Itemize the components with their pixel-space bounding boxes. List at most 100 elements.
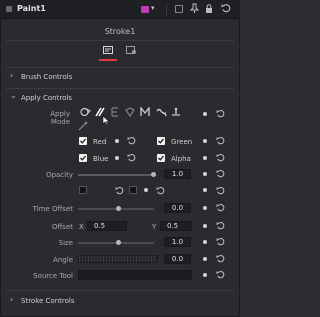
wire-mode-icon[interactable] [78, 121, 88, 133]
divider-line [166, 4, 167, 15]
brush-controls-header[interactable]: › Brush Controls [0, 70, 240, 83]
chevron-down-icon: ⌄ [10, 91, 17, 100]
time-offset-field[interactable]: 0.0 [164, 203, 191, 213]
tab-modifiers[interactable] [124, 44, 138, 56]
size-field[interactable]: 1.0 [164, 237, 191, 247]
reset-icon[interactable] [221, 3, 231, 15]
divider [6, 40, 234, 41]
keyframe-dot[interactable] [203, 112, 207, 116]
reset-icon[interactable] [115, 186, 124, 197]
color-label-dropdown[interactable]: ▾ [141, 4, 159, 14]
green-label: Green [171, 138, 193, 146]
tool-color-swatch [6, 6, 12, 12]
offset-x-value: 0.5 [94, 222, 106, 230]
divider [6, 290, 234, 291]
red-label: Red [93, 138, 107, 146]
red-checkbox[interactable] [79, 137, 87, 145]
keyframe-dot[interactable] [203, 206, 207, 210]
merge-mode-icon[interactable] [140, 106, 151, 119]
angle-field[interactable]: 0.0 [164, 254, 191, 264]
reset-icon[interactable] [216, 270, 225, 281]
reset-icon[interactable] [216, 136, 225, 147]
reset-icon[interactable] [216, 109, 225, 120]
reset-icon[interactable] [127, 153, 136, 164]
offset-y-label: Y [152, 223, 157, 231]
reset-icon[interactable] [216, 153, 225, 164]
keyframe-dot[interactable] [203, 224, 207, 228]
stroke-controls-header[interactable]: › Stroke Controls [0, 294, 240, 307]
offset-y-field[interactable]: 0.5 [160, 221, 192, 231]
chevron-right-icon: › [10, 71, 14, 80]
reset-icon[interactable] [216, 221, 225, 232]
emboss-mode-icon[interactable] [110, 107, 120, 119]
keyframe-dot[interactable] [203, 139, 207, 143]
stroke-controls-label: Stroke Controls [21, 297, 75, 305]
opacity-slider-knob[interactable] [151, 172, 156, 177]
alpha-label: Alpha [171, 155, 191, 163]
angle-thumbwheel[interactable] [78, 255, 158, 263]
brush-controls-label: Brush Controls [21, 73, 73, 81]
offset-y-value: 0.5 [167, 222, 179, 230]
keyframe-dot[interactable] [203, 240, 207, 244]
version-icon[interactable] [175, 5, 183, 13]
reset-icon[interactable] [216, 237, 225, 248]
smear-mode-icon[interactable] [156, 107, 167, 119]
keyframe-dot[interactable] [203, 257, 207, 261]
keyframe-dot[interactable] [203, 156, 207, 160]
alpha-checkbox[interactable] [157, 154, 165, 162]
time-offset-slider-knob[interactable] [116, 206, 121, 211]
offset-label: Offset [51, 223, 73, 231]
color-mode-icon[interactable] [80, 107, 91, 119]
divider [6, 67, 234, 68]
reset-icon[interactable] [216, 186, 225, 197]
blue-label: Blue [93, 155, 109, 163]
tool-title: Paint1 [17, 4, 46, 13]
reset-icon[interactable] [216, 254, 225, 265]
apply-controls-label: Apply Controls [21, 94, 72, 102]
stroke-name-label: Stroke1 [104, 27, 136, 36]
apply-controls-header[interactable]: ⌄ Apply Controls [0, 91, 240, 104]
angle-value: 0.0 [171, 255, 184, 263]
reset-icon[interactable] [127, 136, 136, 147]
apply-mode-label: Apply Mode [50, 110, 70, 126]
mouse-cursor [102, 115, 110, 128]
keyframe-dot[interactable] [203, 273, 207, 277]
opacity-label: Opacity [46, 171, 73, 179]
tab-controls[interactable] [101, 44, 115, 56]
keyframe-dot[interactable] [115, 139, 119, 143]
opacity-value: 1.0 [171, 170, 184, 178]
divider [6, 88, 234, 89]
source-tool-field[interactable] [78, 270, 192, 280]
active-tab-indicator [99, 59, 117, 61]
stamp-mode-icon[interactable] [171, 107, 181, 119]
apply-mode-buttons [78, 106, 190, 136]
reset-icon[interactable] [216, 169, 225, 180]
reset-icon[interactable] [156, 186, 165, 197]
source-tool-label: Source Tool [33, 272, 73, 280]
size-slider-knob[interactable] [116, 240, 121, 245]
color-swatch-right[interactable] [129, 186, 137, 194]
pin-icon[interactable] [189, 3, 200, 16]
offset-x-field[interactable]: 0.5 [87, 221, 127, 231]
keyframe-dot[interactable] [115, 156, 119, 160]
opacity-slider-track[interactable] [78, 174, 154, 176]
chevron-right-icon: › [10, 295, 14, 304]
color-label-swatch [141, 6, 149, 13]
erase-mode-icon[interactable] [125, 107, 135, 119]
angle-label: Angle [53, 256, 73, 264]
time-offset-value: 0.0 [171, 204, 184, 212]
green-checkbox[interactable] [157, 137, 165, 145]
chevron-down-icon: ▾ [151, 4, 155, 12]
time-offset-label: Time Offset [32, 205, 73, 213]
keyframe-dot[interactable] [203, 188, 207, 192]
reset-icon[interactable] [216, 203, 225, 214]
color-swatch-left[interactable] [79, 186, 87, 194]
size-value: 1.0 [171, 238, 184, 246]
lock-icon[interactable] [205, 4, 213, 16]
blue-checkbox[interactable] [79, 154, 87, 162]
offset-x-label: X [79, 223, 84, 231]
keyframe-dot[interactable] [203, 172, 207, 176]
keyframe-dot[interactable] [144, 188, 148, 192]
size-label: Size [58, 239, 73, 247]
opacity-field[interactable]: 1.0 [164, 169, 191, 179]
